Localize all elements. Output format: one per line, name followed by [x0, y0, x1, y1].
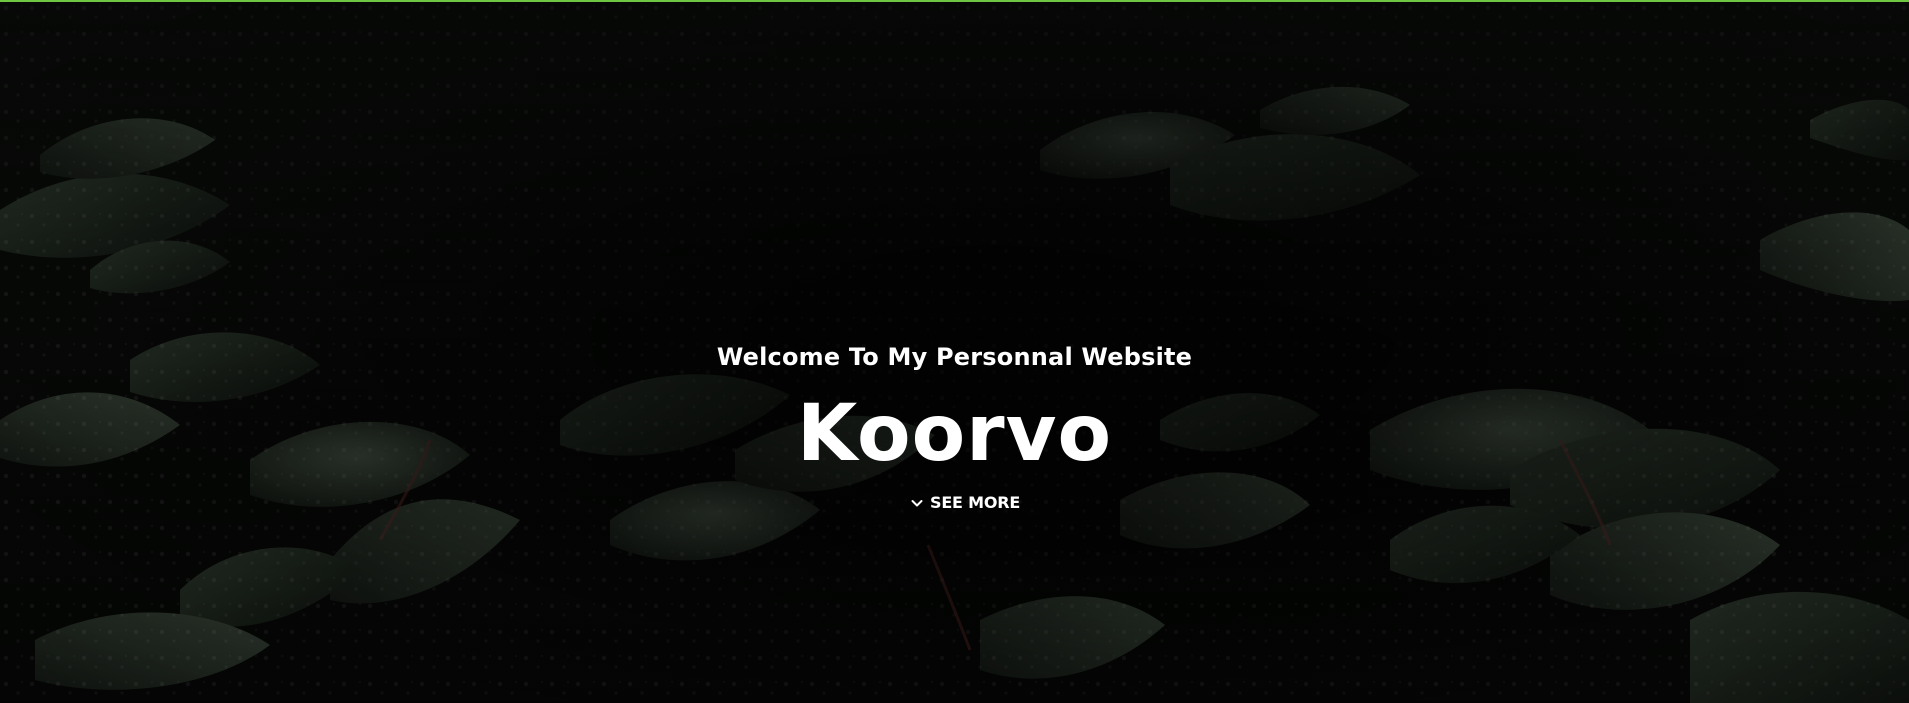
chevron-down-icon — [910, 495, 924, 509]
see-more-link[interactable]: SEE MORE — [904, 490, 1026, 514]
hero-title: Koorvo — [796, 389, 1113, 479]
hero-section: Welcome To My Personnal Website Koorvo S… — [0, 0, 1909, 703]
hero-content: Welcome To My Personnal Website Koorvo S… — [0, 0, 1909, 703]
top-accent-line — [0, 0, 1909, 2]
hero-subtitle: Welcome To My Personnal Website — [716, 343, 1193, 371]
see-more-label: SEE MORE — [930, 492, 1021, 512]
